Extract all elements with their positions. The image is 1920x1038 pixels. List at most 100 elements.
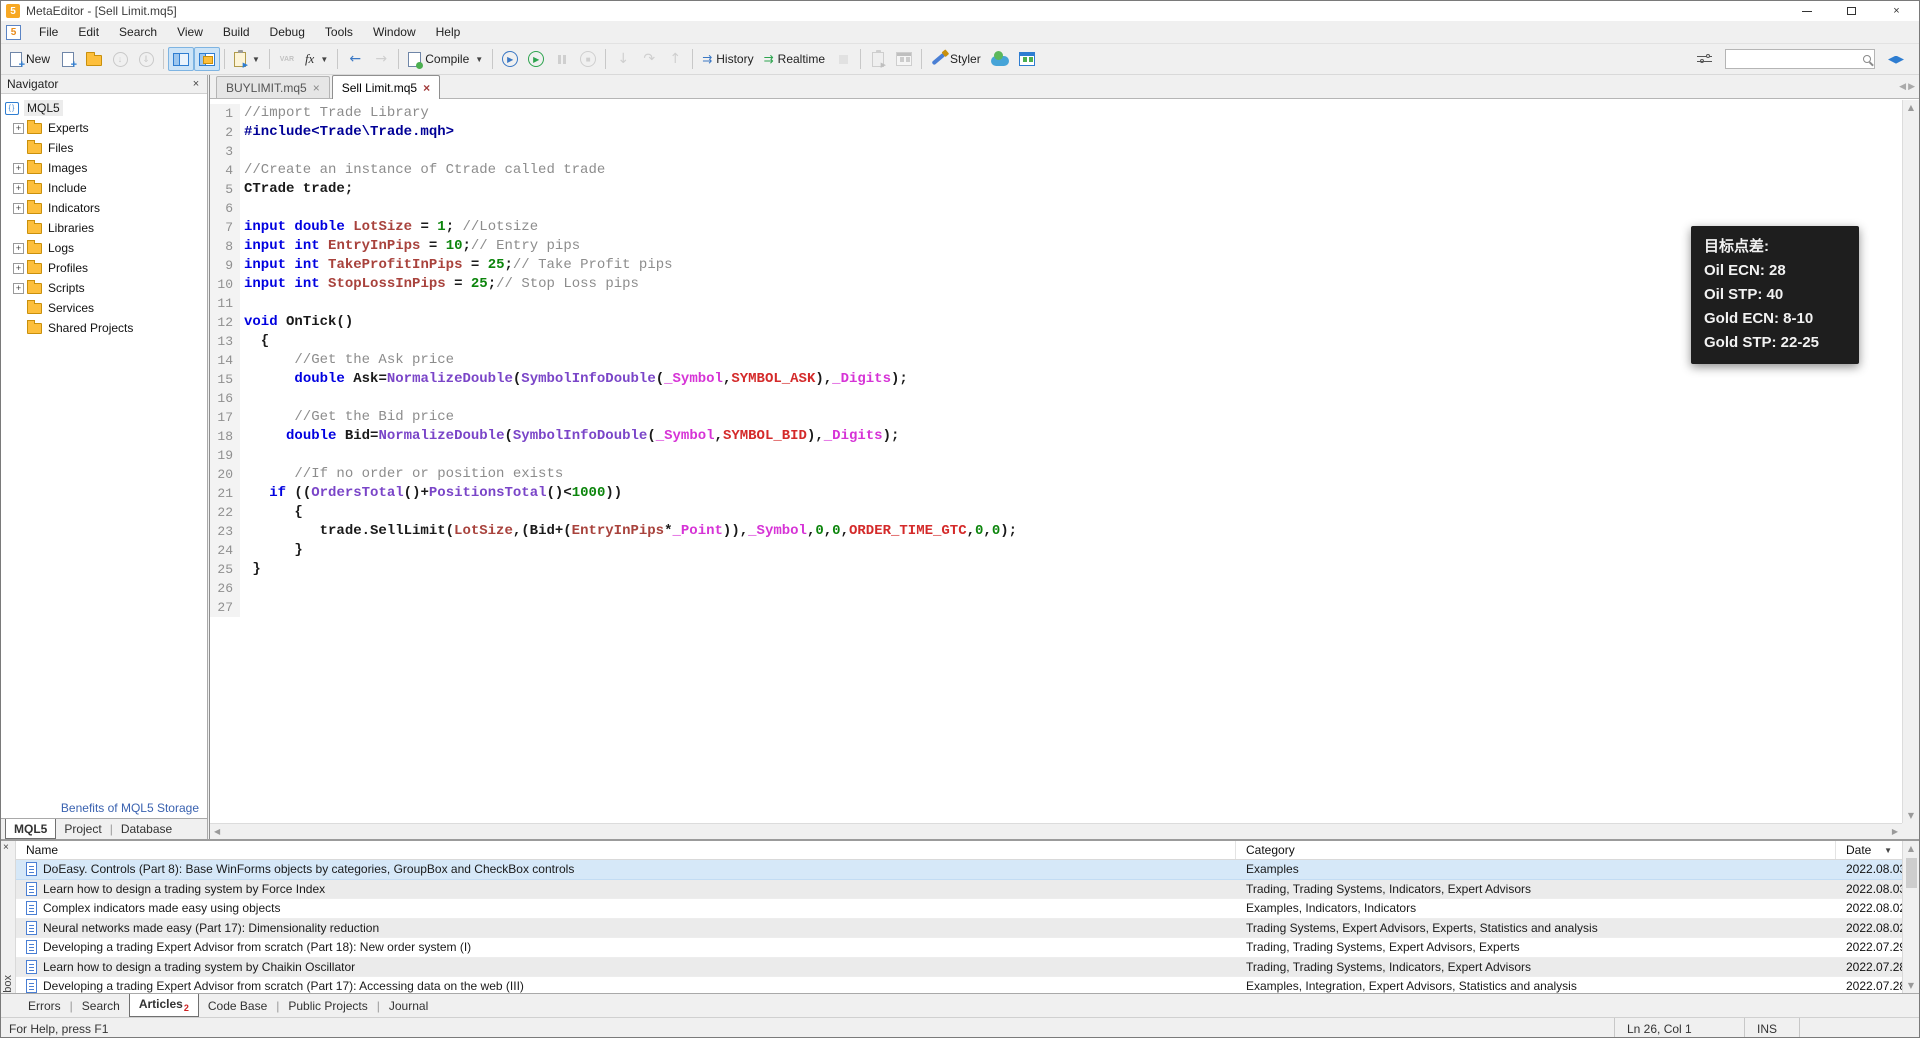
toolbox-scroll-thumb[interactable] [1906,858,1917,888]
storage-commit-button[interactable]: ⇓ [133,47,159,71]
debug-start-button[interactable]: ▶ [497,47,523,71]
navigator-item-indicators[interactable]: +Indicators [1,198,207,218]
navigator-item-experts[interactable]: +Experts [1,118,207,138]
navigate-forward-button[interactable]: → [368,47,394,71]
toolbox-tab-search[interactable]: Search [73,996,129,1016]
menu-help[interactable]: Help [426,22,471,42]
toolbox-tab-public-projects[interactable]: Public Projects [279,996,376,1016]
tab-scroll-right-icon[interactable]: ▶ [1908,81,1915,92]
mql5-storage-link[interactable]: Benefits of MQL5 Storage [61,801,199,815]
expander-icon[interactable]: + [13,263,24,274]
step-out-button[interactable]: ↑ [662,47,688,71]
document-menu-icon[interactable]: 5 [6,25,21,40]
step-into-button[interactable]: ↓ [610,47,636,71]
expander-icon[interactable]: + [13,283,24,294]
step-over-button[interactable]: ↷ [636,47,662,71]
navigator-item-shared-projects[interactable]: Shared Projects [1,318,207,338]
toolbox-scroll-up-icon[interactable]: ▲ [1906,841,1916,856]
expander-icon[interactable]: + [13,163,24,174]
screenshot-button[interactable] [891,47,917,71]
editor-tab-sell-limit-mq5[interactable]: Sell Limit.mq5× [332,75,440,99]
menu-debug[interactable]: Debug [260,22,315,42]
expander-icon[interactable]: + [13,203,24,214]
variables-button[interactable]: VAR [274,47,300,71]
navigator-item-images[interactable]: +Images [1,158,207,178]
close-button[interactable]: × [1874,1,1919,21]
toolbox-close-icon[interactable]: × [3,842,9,853]
menu-view[interactable]: View [167,22,213,42]
toolbox-tab-articles[interactable]: Articles2 [129,994,199,1017]
new-button[interactable]: New [5,47,55,71]
table-row[interactable]: Learn how to design a trading system by … [16,880,1919,900]
search-icon[interactable] [1863,55,1871,63]
navigator-item-logs[interactable]: +Logs [1,238,207,258]
functions-button[interactable]: fx▼ [300,47,333,71]
close-tab-icon[interactable]: × [423,81,430,95]
editor-tab-buylimit-mq5[interactable]: BUYLIMIT.mq5× [216,76,330,98]
column-header-name[interactable]: Name [16,841,1236,859]
table-row[interactable]: Neural networks made easy (Part 17): Dim… [16,919,1919,939]
menu-build[interactable]: Build [213,22,260,42]
scroll-right-icon[interactable]: ▶ [1890,824,1900,839]
scroll-up-icon[interactable]: ▲ [1906,100,1916,115]
history-button[interactable]: ⇉History [697,47,758,71]
toolbox-scroll-down-icon[interactable]: ▼ [1906,978,1916,993]
snippets-button[interactable]: ▼ [229,47,265,71]
navigator-tab-database[interactable]: Database [113,819,180,839]
close-tab-icon[interactable]: × [313,81,320,95]
navigator-item-profiles[interactable]: +Profiles [1,258,207,278]
column-header-category[interactable]: Category [1236,841,1836,859]
menu-edit[interactable]: Edit [68,22,109,42]
navigator-item-libraries[interactable]: Libraries [1,218,207,238]
profiler-option-button[interactable] [830,47,856,71]
expander-icon[interactable]: + [13,183,24,194]
storage-update-button[interactable]: ↓ [107,47,133,71]
expander-icon[interactable]: + [13,123,24,134]
copy-button[interactable] [865,47,891,71]
menu-search[interactable]: Search [109,22,167,42]
navigator-item-files[interactable]: Files [1,138,207,158]
table-row[interactable]: Developing a trading Expert Advisor from… [16,977,1919,993]
pause-button[interactable] [549,47,575,71]
open-button[interactable] [81,47,107,71]
menu-window[interactable]: Window [363,22,426,42]
toolbox-tab-errors[interactable]: Errors [19,996,70,1016]
styler-button[interactable]: Styler [926,47,986,71]
mql5-cloud-button[interactable] [986,47,1014,71]
navigator-item-scripts[interactable]: +Scripts [1,278,207,298]
minimize-button[interactable] [1784,1,1829,21]
scroll-down-icon[interactable]: ▼ [1906,808,1916,823]
restore-button[interactable] [1829,1,1874,21]
table-row[interactable]: Developing a trading Expert Advisor from… [16,938,1919,958]
table-row[interactable]: Complex indicators made easy using objec… [16,899,1919,919]
compile-button[interactable]: Compile▼ [403,47,488,71]
toggle-navigator-button[interactable] [168,47,194,71]
education-button[interactable] [1883,47,1909,71]
search-input[interactable] [1729,52,1863,66]
navigator-close-icon[interactable]: × [189,78,203,90]
economic-calendar-button[interactable] [1014,47,1040,71]
scroll-left-icon[interactable]: ◀ [212,824,222,839]
menu-tools[interactable]: Tools [315,22,363,42]
search-settings-button[interactable] [1691,47,1717,71]
new-window-button[interactable] [55,47,81,71]
navigator-root-mql5[interactable]: {} MQL5 [1,98,207,118]
navigator-tab-mql5[interactable]: MQL5 [5,819,56,839]
toolbox-tab-journal[interactable]: Journal [380,996,437,1016]
toggle-toolbox-button[interactable] [194,47,220,71]
code-editor[interactable]: 1//import Trade Library2#include<Trade\T… [210,100,1902,823]
navigate-back-button[interactable]: ← [342,47,368,71]
navigator-item-include[interactable]: +Include [1,178,207,198]
navigator-tab-project[interactable]: Project [56,819,109,839]
table-row[interactable]: DoEasy. Controls (Part 8): Base WinForms… [16,860,1919,880]
menu-file[interactable]: File [29,22,68,42]
tab-scroll-left-icon[interactable]: ◀ [1899,81,1906,92]
stop-button[interactable]: ■ [575,47,601,71]
toolbox-tab-code-base[interactable]: Code Base [199,996,276,1016]
editor-horizontal-scrollbar[interactable]: ◀ ▶ [210,823,1902,839]
editor-vertical-scrollbar[interactable]: ▲ ▼ [1902,100,1919,823]
table-row[interactable]: Learn how to design a trading system by … [16,958,1919,978]
expander-icon[interactable]: + [13,243,24,254]
toolbox-vertical-scrollbar[interactable]: ▲ ▼ [1902,841,1919,993]
realtime-button[interactable]: ⇉Realtime [759,47,830,71]
